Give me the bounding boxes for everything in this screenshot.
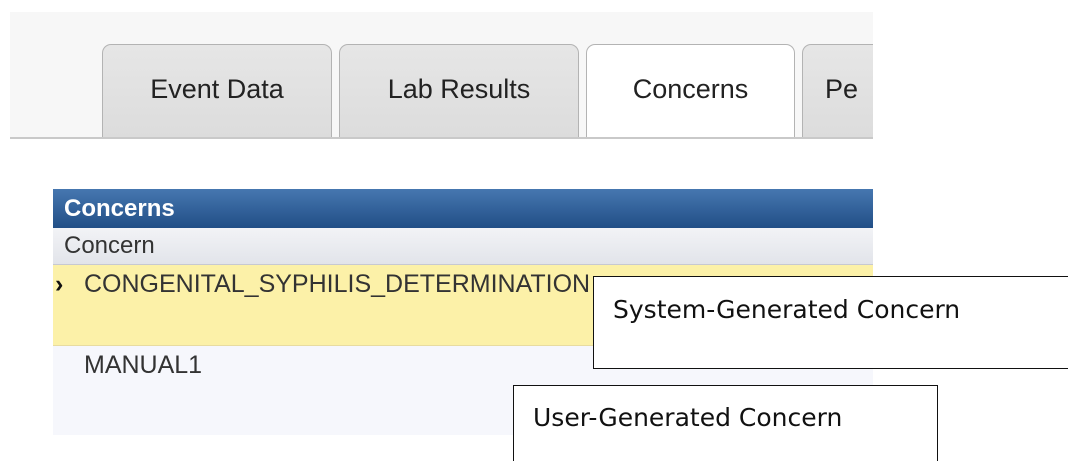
concern-cell: MANUAL1: [84, 351, 203, 379]
tab-partial[interactable]: Pe: [802, 44, 873, 137]
tab-lab-results[interactable]: Lab Results: [339, 44, 579, 137]
tab-strip: Event Data Lab Results Concerns Pe: [10, 12, 873, 139]
column-header-concern[interactable]: Concern: [53, 228, 873, 265]
tab-event-data[interactable]: Event Data: [102, 44, 332, 137]
tab-label: Event Data: [150, 74, 284, 104]
tab-concerns[interactable]: Concerns: [586, 44, 795, 137]
system-generated-callout: System-Generated Concern: [593, 276, 1068, 369]
tab-label: Lab Results: [387, 74, 531, 104]
panel-title: Concerns: [53, 189, 873, 228]
user-generated-callout: User-Generated Concern: [513, 385, 938, 461]
tab-label: Concerns: [632, 74, 749, 104]
selected-row-chevron-icon: ›: [55, 270, 64, 298]
screen: Event Data Lab Results Concerns Pe Conce…: [0, 0, 1068, 461]
concern-cell: CONGENITAL_SYPHILIS_DETERMINATION: [84, 270, 591, 298]
tab-label: Pe: [825, 74, 859, 104]
